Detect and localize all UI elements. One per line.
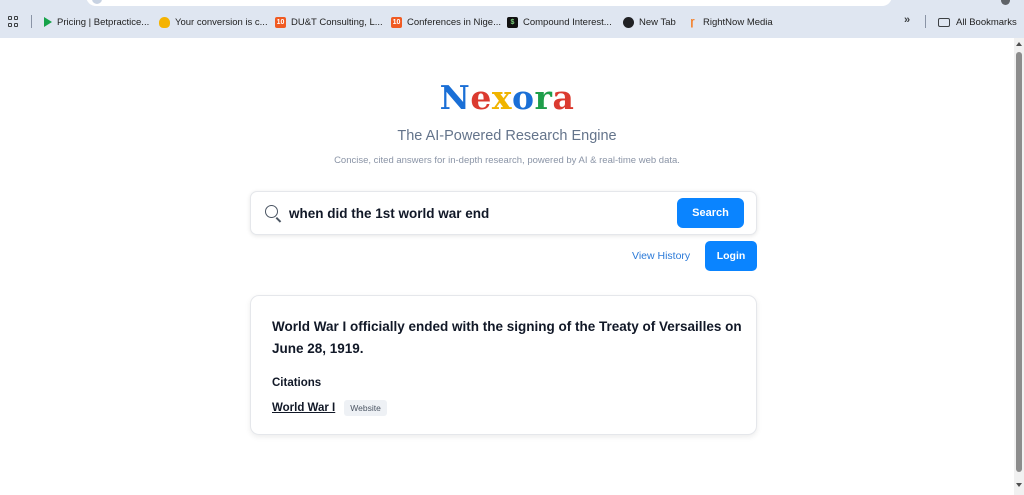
site-logo: Nexora xyxy=(0,78,1014,117)
login-button[interactable]: Login xyxy=(705,241,757,271)
all-bookmarks-button[interactable]: All Bookmarks xyxy=(938,14,1017,30)
bookmark-compound-interest[interactable]: $ Compound Interest... xyxy=(507,14,612,30)
logo-letter: r xyxy=(534,78,553,117)
bookmark-label: RightNow Media xyxy=(703,16,773,28)
all-bookmarks-label: All Bookmarks xyxy=(956,16,1017,28)
orange-10-favicon-icon: 10 xyxy=(391,16,402,28)
citation-item: World War I Website xyxy=(272,400,387,416)
bookmark-label: Pricing | Betpractice... xyxy=(57,16,150,28)
answer-text: World War I officially ended with the si… xyxy=(272,319,742,356)
site-info-icon[interactable] xyxy=(92,0,102,4)
search-input[interactable] xyxy=(289,202,669,224)
answer-card: World War I officially ended with the si… xyxy=(250,295,757,435)
scroll-up-arrow-icon[interactable] xyxy=(1016,42,1022,46)
orange-10-favicon-icon: 10 xyxy=(275,16,286,28)
search-bar: Search xyxy=(250,191,757,235)
bookmark-conferences-nigeria[interactable]: 10 Conferences in Nige... xyxy=(391,14,501,30)
logo-letter: o xyxy=(512,78,535,117)
bookmarks-divider xyxy=(925,15,926,28)
apps-grid-icon[interactable] xyxy=(8,16,19,27)
citation-link[interactable]: World War I xyxy=(272,402,335,414)
bookmark-rightnow-media[interactable]: ɼ RightNow Media xyxy=(687,14,773,30)
address-bar[interactable] xyxy=(86,0,892,6)
tagline: The AI-Powered Research Engine xyxy=(397,128,617,144)
logo-letter: x xyxy=(491,78,513,117)
citations-heading: Citations xyxy=(272,377,322,389)
citation-type-badge: Website xyxy=(344,400,387,416)
bookmark-label: DU&T Consulting, L... xyxy=(291,16,383,28)
scrollbar-thumb[interactable] xyxy=(1016,52,1022,472)
folder-icon xyxy=(938,17,950,27)
rightnow-favicon-icon: ɼ xyxy=(690,15,695,28)
search-button[interactable]: Search xyxy=(677,198,744,228)
bookmark-label: Your conversion is c... xyxy=(175,16,268,28)
bookmark-label: New Tab xyxy=(639,16,676,28)
view-history-link[interactable]: View History xyxy=(632,250,690,262)
bookmark-pricing-betpractice[interactable]: Pricing | Betpractice... xyxy=(44,14,149,30)
bookmarks-bar: Pricing | Betpractice... Your conversion… xyxy=(0,12,1024,32)
browser-chrome: Pricing | Betpractice... Your conversion… xyxy=(0,0,1024,38)
scroll-down-arrow-icon[interactable] xyxy=(1016,483,1022,487)
bookmarks-overflow-icon[interactable]: » xyxy=(904,14,910,26)
logo-letter: a xyxy=(552,78,575,117)
search-icon xyxy=(265,205,278,218)
bookmark-label: Compound Interest... xyxy=(523,16,612,28)
bookmarks-divider xyxy=(31,15,32,28)
bookmark-dut-consulting[interactable]: 10 DU&T Consulting, L... xyxy=(275,14,383,30)
hand-favicon-icon xyxy=(159,16,170,28)
bookmark-label: Conferences in Nige... xyxy=(407,16,501,28)
logo-letter: e xyxy=(470,78,492,117)
bookmark-your-conversion[interactable]: Your conversion is c... xyxy=(159,14,268,30)
dollar-favicon-icon: $ xyxy=(507,16,518,28)
logo-letter: N xyxy=(439,78,471,117)
scrollbar[interactable] xyxy=(1014,38,1024,495)
globe-favicon-icon xyxy=(623,16,634,28)
bookmark-new-tab[interactable]: New Tab xyxy=(623,14,676,30)
profile-icon[interactable] xyxy=(1001,0,1010,5)
betpractice-favicon-icon xyxy=(44,17,52,27)
subtagline: Concise, cited answers for in-depth rese… xyxy=(334,155,680,166)
